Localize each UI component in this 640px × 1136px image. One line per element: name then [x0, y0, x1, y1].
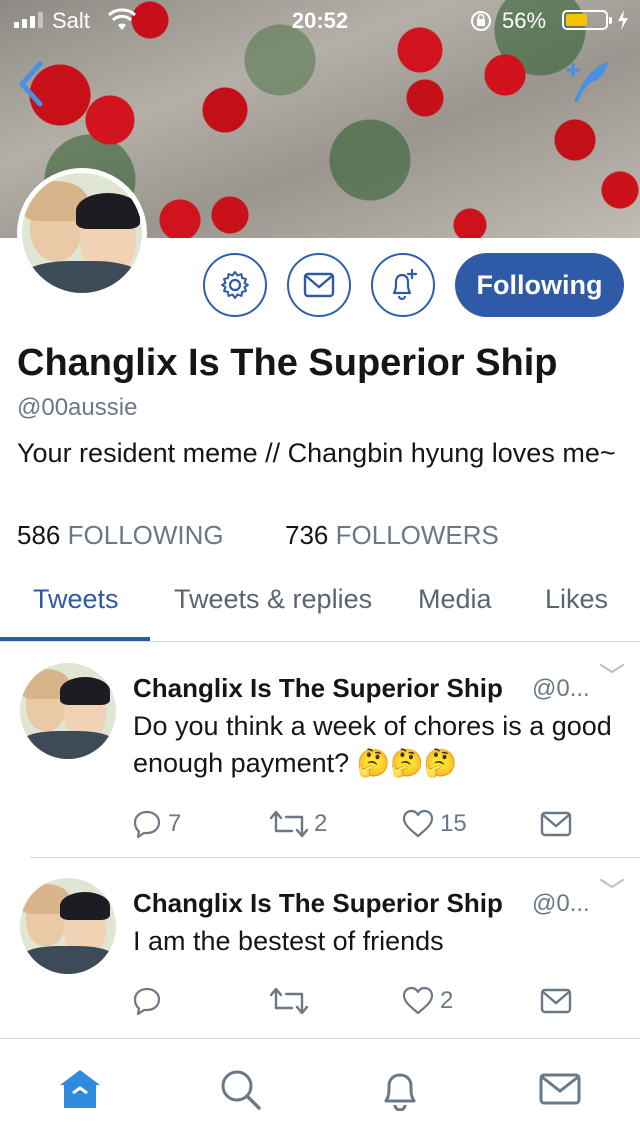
retweet-count: 2: [314, 810, 328, 837]
settings-button[interactable]: [203, 253, 267, 317]
rotation-lock-icon: [471, 11, 491, 31]
envelope-icon: [303, 272, 335, 298]
compose-button[interactable]: [560, 58, 612, 108]
profile-bio: Your resident meme // Changbin hyung lov…: [17, 438, 616, 468]
tweet-text: Do you think a week of chores is a good …: [133, 711, 612, 778]
direct-message-button[interactable]: [540, 988, 572, 1014]
tweet-author-handle: @0...: [532, 675, 590, 702]
following-stat[interactable]: 586 FOLLOWING: [17, 520, 224, 551]
like-count: 15: [440, 810, 467, 837]
like-button[interactable]: 15: [402, 809, 467, 839]
reply-icon: [133, 810, 161, 839]
following-count: 586: [17, 520, 61, 550]
retweet-button[interactable]: 2: [270, 809, 327, 839]
chevron-left-icon: [19, 61, 43, 107]
back-button[interactable]: [12, 58, 52, 110]
status-bar: Salt 20:52 56%: [0, 0, 640, 40]
tweet-author-handle: @0...: [532, 890, 590, 917]
tweet-avatar[interactable]: [20, 878, 116, 974]
profile-tabs: Tweets Tweets & replies Media Likes: [0, 570, 640, 642]
chevron-down-icon: [599, 878, 625, 889]
like-button[interactable]: 2: [402, 986, 453, 1016]
search-icon[interactable]: [218, 1067, 262, 1111]
tab-tweets-replies[interactable]: Tweets & replies: [174, 584, 372, 615]
compose-quill-icon: [566, 62, 608, 102]
battery-icon: [562, 10, 612, 30]
home-icon[interactable]: [58, 1067, 102, 1111]
followers-label: FOLLOWERS: [335, 520, 499, 550]
battery-percent: 56%: [502, 8, 547, 33]
direct-message-button[interactable]: [540, 811, 572, 837]
reply-button[interactable]: 7: [132, 809, 181, 839]
tweet-options-button[interactable]: [598, 661, 626, 677]
tweet-avatar[interactable]: [20, 663, 116, 759]
active-tab-indicator: [0, 637, 150, 641]
tab-media[interactable]: Media: [418, 584, 492, 615]
reply-button[interactable]: [132, 986, 168, 1016]
tweet-author-name: Changlix Is The Superior Ship: [133, 673, 503, 703]
envelope-icon[interactable]: [538, 1067, 582, 1111]
retweet-button[interactable]: [270, 986, 314, 1016]
retweet-icon: [270, 987, 308, 1015]
following-label: FOLLOWING: [67, 520, 224, 550]
heart-icon: [402, 809, 434, 838]
profile-handle: @00aussie: [17, 394, 138, 421]
tab-tweets[interactable]: Tweets: [33, 584, 119, 615]
reply-icon: [133, 987, 161, 1016]
reply-count: 7: [168, 810, 182, 837]
bell-plus-icon: [392, 268, 418, 301]
bottom-navigation: [0, 1038, 640, 1136]
chevron-down-icon: [599, 663, 625, 674]
bell-icon[interactable]: [378, 1067, 422, 1111]
tab-likes[interactable]: Likes: [545, 584, 608, 615]
tweet-text: I am the bestest of friends: [133, 926, 444, 956]
tweet-item[interactable]: Changlix Is The Superior Ship @0... I am…: [0, 858, 640, 1036]
profile-avatar[interactable]: [17, 168, 147, 298]
retweet-icon: [270, 810, 308, 838]
tweet-options-button[interactable]: [598, 876, 626, 892]
profile-display-name: Changlix Is The Superior Ship: [17, 342, 558, 384]
message-button[interactable]: [287, 253, 351, 317]
following-button[interactable]: Following: [455, 253, 624, 317]
heart-icon: [402, 986, 434, 1015]
gear-icon: [221, 271, 249, 299]
tweet-item[interactable]: Changlix Is The Superior Ship @0... Do y…: [0, 643, 640, 857]
followers-stat[interactable]: 736 FOLLOWERS: [285, 520, 499, 551]
followers-count: 736: [285, 520, 329, 550]
like-count: 2: [440, 987, 454, 1014]
charging-icon: [618, 10, 628, 30]
tweet-author-name: Changlix Is The Superior Ship: [133, 888, 503, 918]
notify-button[interactable]: [371, 253, 435, 317]
